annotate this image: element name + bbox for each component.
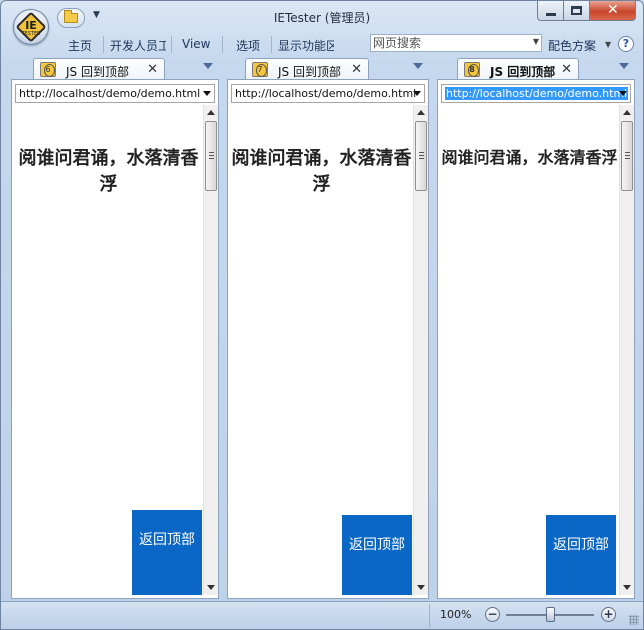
tab-close-icon[interactable]: ✕: [147, 62, 158, 77]
zoom-in-icon[interactable]: +: [601, 607, 616, 622]
zoom-level[interactable]: 100%: [440, 608, 471, 621]
scroll-down-icon[interactable]: [207, 585, 215, 590]
vertical-scrollbar[interactable]: [619, 105, 634, 595]
status-separator: [429, 604, 430, 628]
ie-version-badge-icon: 6: [40, 62, 56, 77]
address-dropdown-icon[interactable]: [619, 91, 627, 96]
back-to-top-label: 返回顶部: [349, 537, 405, 553]
help-button[interactable]: ?: [618, 36, 634, 52]
tab-js-back-to-top[interactable]: 8 JS 回到顶部 ✕: [457, 58, 579, 80]
menu-separator: [222, 36, 223, 53]
menu-separator: [103, 36, 104, 53]
scroll-down-icon[interactable]: [623, 585, 631, 590]
search-dropdown-icon[interactable]: ▼: [533, 37, 539, 46]
address-url: http://localhost/demo/demo.html: [19, 87, 201, 100]
minimize-icon: [546, 13, 556, 16]
scroll-thumb[interactable]: [415, 121, 427, 191]
page-heading: 阅谁问君诵，水落清香浮: [18, 148, 199, 195]
page-frame: http://localhost/demo/demo.html 阅谁问君诵，水落…: [227, 79, 429, 599]
browser-pane-ie6: 6 JS 回到顶部 ✕ http://localhost/demo/demo.h…: [11, 57, 219, 599]
tab-list-dropdown-icon[interactable]: [413, 63, 423, 69]
browser-pane-ie8: 8 JS 回到顶部 ✕ http://localhost/demo/demo.h…: [437, 57, 635, 599]
scroll-up-icon[interactable]: [417, 110, 425, 115]
scroll-down-icon[interactable]: [417, 585, 425, 590]
resize-grip-icon[interactable]: [629, 615, 639, 625]
back-to-top-button[interactable]: 返回顶部: [546, 515, 616, 595]
scroll-thumb[interactable]: [205, 121, 217, 191]
ie-version-badge-icon: 8: [464, 62, 480, 77]
tab-label: JS 回到顶部: [490, 65, 556, 79]
address-dropdown-icon[interactable]: [203, 91, 211, 96]
back-to-top-button[interactable]: 返回顶部: [342, 515, 412, 595]
web-search-input[interactable]: [371, 35, 531, 51]
page-content: 阅谁问君诵，水落清香浮 返回顶部: [441, 105, 618, 595]
ietester-window: IE TESTER ▼ IETester (管理员) ✕ 主页 开发人员工 Vi…: [0, 0, 644, 630]
tab-js-back-to-top[interactable]: 7 JS 回到顶部 ✕: [245, 58, 369, 80]
address-bar[interactable]: http://localhost/demo/demo.html: [231, 84, 425, 103]
maximize-button[interactable]: [564, 1, 590, 21]
grip-icon: [625, 152, 630, 159]
tab-strip: 8 JS 回到顶部 ✕: [437, 57, 635, 80]
zoom-slider-thumb[interactable]: [546, 607, 555, 622]
menu-show-ribbon[interactable]: 显示功能区: [278, 37, 334, 54]
close-button[interactable]: ✕: [590, 1, 636, 21]
page-frame: http://localhost/demo/demo.html 阅谁问君诵，水落…: [11, 79, 219, 599]
web-search-box[interactable]: ▼: [370, 34, 542, 52]
menu-view[interactable]: View: [182, 37, 210, 51]
scroll-up-icon[interactable]: [207, 110, 215, 115]
tab-js-back-to-top[interactable]: 6 JS 回到顶部 ✕: [33, 58, 165, 80]
menu-options[interactable]: 选项: [236, 37, 260, 54]
tab-list-dropdown-icon[interactable]: [619, 63, 629, 69]
back-to-top-label: 返回顶部: [553, 537, 609, 553]
back-to-top-label: 返回顶部: [139, 532, 195, 548]
scroll-thumb[interactable]: [621, 121, 633, 191]
address-url: http://localhost/demo/demo.html: [235, 87, 417, 100]
address-bar[interactable]: http://localhost/demo/demo.html: [15, 84, 215, 103]
menu-home[interactable]: 主页: [68, 37, 92, 54]
page-heading: 阅谁问君诵，水落清香浮: [231, 148, 412, 195]
minimize-button[interactable]: [537, 1, 564, 21]
grip-icon: [209, 152, 214, 159]
scroll-up-icon[interactable]: [623, 110, 631, 115]
tab-close-icon[interactable]: ✕: [561, 62, 572, 77]
ie-version-badge-icon: 7: [252, 62, 268, 77]
tab-label: JS 回到顶部: [278, 65, 341, 79]
maximize-icon: [571, 6, 582, 15]
address-url-selected: http://localhost/demo/demo.html: [445, 87, 629, 100]
page-heading: 阅谁问君诵，水落清香浮: [441, 148, 618, 167]
vertical-scrollbar[interactable]: [203, 105, 218, 595]
address-bar[interactable]: http://localhost/demo/demo.html: [441, 84, 631, 103]
menu-separator: [171, 36, 172, 53]
vertical-scrollbar[interactable]: [413, 105, 428, 595]
tab-label: JS 回到顶部: [66, 65, 129, 79]
tab-list-dropdown-icon[interactable]: [203, 63, 213, 69]
title-bar: IE TESTER ▼ IETester (管理员) ✕: [1, 1, 643, 45]
tab-strip: 6 JS 回到顶部 ✕: [11, 57, 219, 80]
page-content: 阅谁问君诵，水落清香浮 返回顶部: [231, 105, 412, 595]
menu-developer-tools[interactable]: 开发人员工: [110, 37, 166, 54]
menu-bar: 主页 开发人员工 View 选项 显示功能区: [1, 32, 643, 56]
page-content: 阅谁问君诵，水落清香浮 返回顶部: [15, 105, 202, 595]
grip-icon: [419, 152, 424, 159]
close-icon: ✕: [607, 2, 619, 18]
color-scheme-menu[interactable]: 配色方案: [548, 37, 596, 54]
tab-strip: 7 JS 回到顶部 ✕: [227, 57, 429, 80]
menu-separator: [271, 36, 272, 53]
zoom-out-icon[interactable]: −: [485, 607, 500, 622]
back-to-top-button[interactable]: 返回顶部: [132, 510, 202, 595]
browser-pane-ie7: 7 JS 回到顶部 ✕ http://localhost/demo/demo.h…: [227, 57, 429, 599]
address-dropdown-icon[interactable]: [413, 91, 421, 96]
tab-close-icon[interactable]: ✕: [351, 62, 362, 77]
status-bar: 100% − +: [1, 601, 643, 629]
page-frame: http://localhost/demo/demo.html 阅谁问君诵，水落…: [437, 79, 635, 599]
ietester-logo-button[interactable]: IE TESTER: [13, 9, 49, 45]
logo-sub-text: TESTER: [21, 31, 41, 37]
color-scheme-dropdown-icon[interactable]: ▼: [605, 40, 611, 49]
